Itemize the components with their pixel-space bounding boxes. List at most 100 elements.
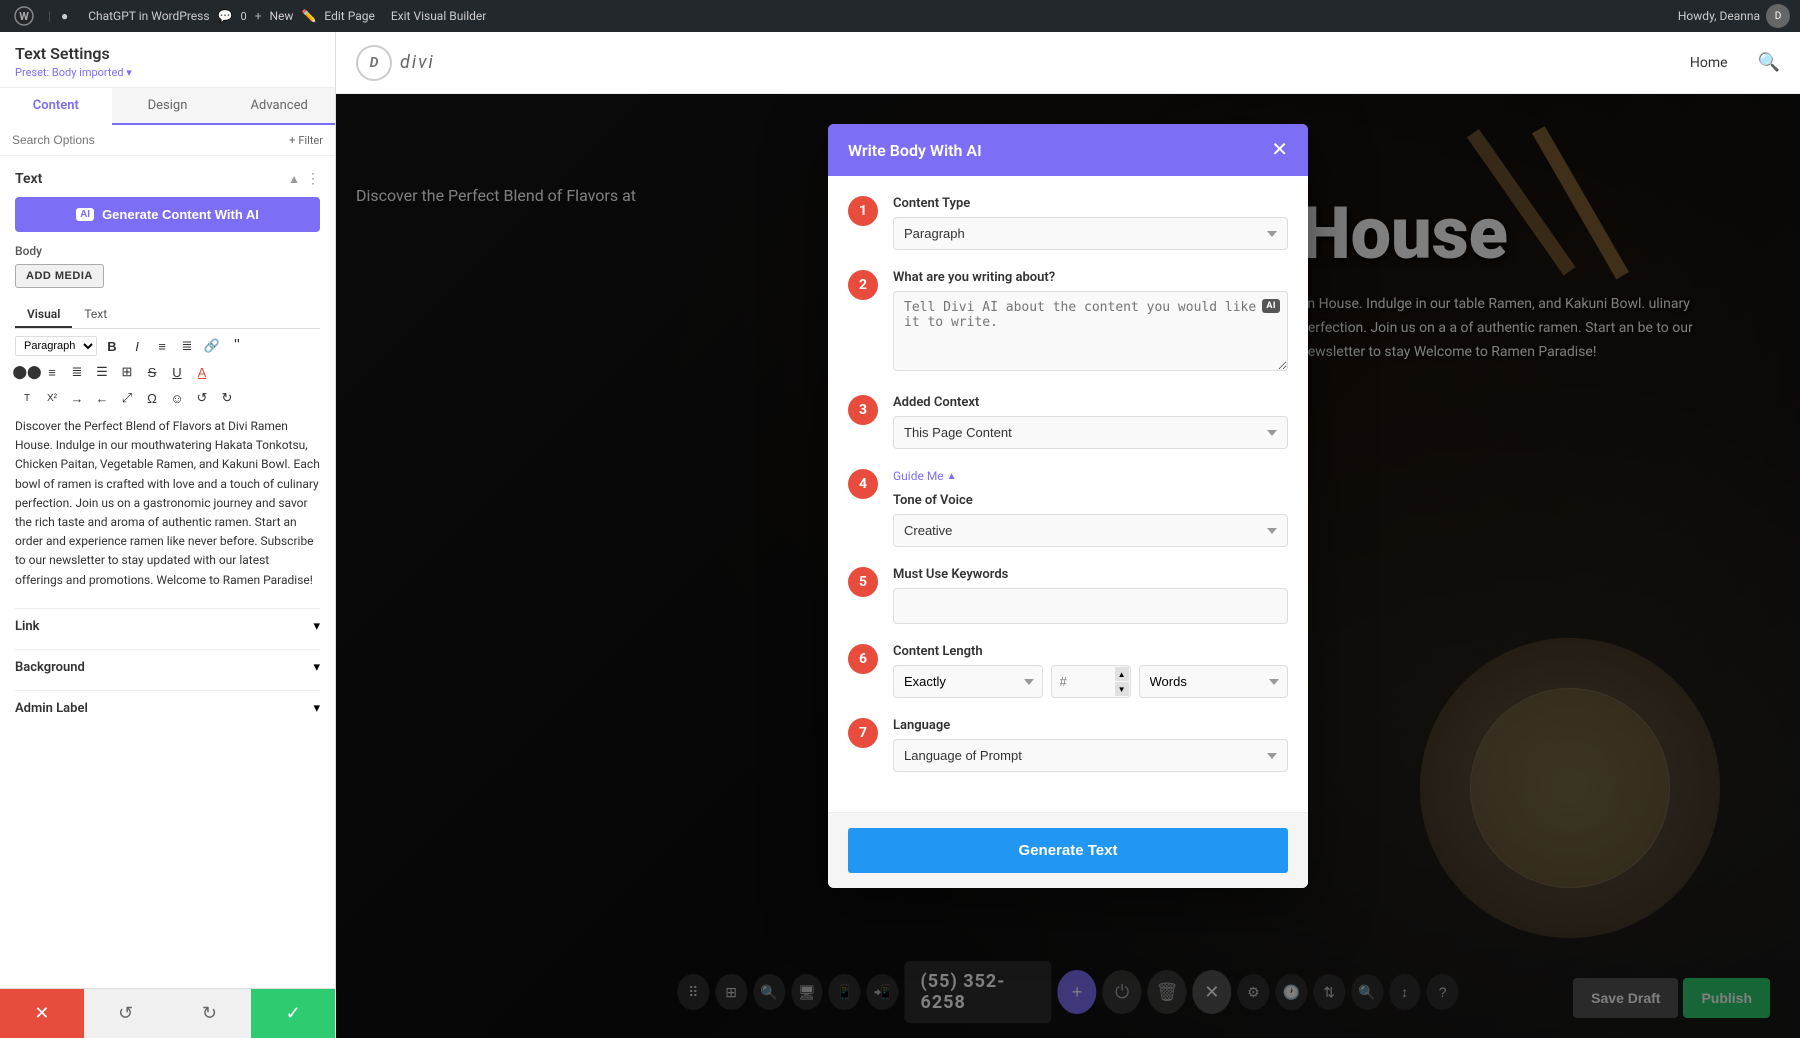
link-chevron-icon: ▾: [313, 619, 320, 634]
guide-me-label: Guide Me: [893, 469, 944, 483]
writing-about-label: What are you writing about?: [893, 270, 1288, 285]
paste-text-button[interactable]: T: [15, 386, 39, 410]
divi-logo-text: divi: [400, 52, 435, 73]
tone-of-voice-select[interactable]: Creative Formal Casual Professional: [893, 514, 1288, 547]
link-title: Link: [15, 619, 40, 634]
fullscreen-button[interactable]: ⤢: [115, 386, 139, 410]
special-char-button[interactable]: Ω: [140, 386, 164, 410]
ol-button[interactable]: ≣: [175, 334, 199, 358]
tab-content[interactable]: Content: [0, 88, 112, 125]
step-added-context: 3 Added Context This Page Content None C…: [848, 395, 1288, 449]
redo-history-button[interactable]: ↻: [168, 989, 252, 1038]
nav-home-link[interactable]: Home: [1690, 55, 1728, 71]
generate-content-button[interactable]: AI Generate Content With AI: [15, 197, 320, 232]
link-section: Link ▾: [15, 608, 320, 644]
tab-advanced[interactable]: Advanced: [223, 88, 335, 123]
admin-label-header[interactable]: Admin Label ▾: [15, 701, 320, 716]
step-content-length: 6 Content Length Exactly About At Least …: [848, 644, 1288, 698]
background-header[interactable]: Background ▾: [15, 660, 320, 675]
step-writing-about: 2 What are you writing about? AI: [848, 270, 1288, 375]
new-link[interactable]: New: [270, 9, 294, 23]
ai-icon: AI: [76, 208, 94, 221]
filter-label: Filter: [298, 134, 323, 147]
confirm-button[interactable]: ✓: [251, 989, 335, 1038]
underline-button[interactable]: U: [165, 360, 189, 384]
ul-button[interactable]: ≡: [150, 334, 174, 358]
writing-about-wrapper: AI: [893, 291, 1288, 375]
left-sidebar: Text Settings Preset: Body imported ▾ Co…: [0, 32, 336, 1038]
outdent-button[interactable]: ←: [90, 386, 114, 410]
keywords-input[interactable]: [893, 588, 1288, 624]
main-layout: Text Settings Preset: Body imported ▾ Co…: [0, 32, 1800, 1038]
link-button[interactable]: 🔗: [200, 334, 224, 358]
chatgpt-plugin-link[interactable]: ChatGPT in WordPress: [88, 9, 209, 23]
indent-button[interactable]: →: [65, 386, 89, 410]
section-controls: ▲ ⋮: [288, 171, 320, 187]
tab-visual[interactable]: Visual: [15, 302, 72, 328]
background-title: Background: [15, 660, 85, 675]
avatar: D: [1766, 4, 1790, 28]
tab-text[interactable]: Text: [72, 302, 119, 328]
step-4-content: Guide Me ▲ Tone of Voice Creative Formal…: [893, 469, 1288, 547]
confirm-icon: ✓: [286, 1003, 301, 1024]
justify-button[interactable]: ☰: [90, 360, 114, 384]
sidebar-scroll: Text ▲ ⋮ AI Generate Content With AI Bod…: [0, 156, 335, 988]
writing-about-textarea[interactable]: [893, 291, 1288, 371]
superscript-button[interactable]: X²: [40, 386, 64, 410]
emoji-button[interactable]: ☺: [165, 386, 189, 410]
table-button[interactable]: ⊞: [115, 360, 139, 384]
content-type-select[interactable]: Paragraph List Heading: [893, 217, 1288, 250]
align-right-button[interactable]: ≣: [65, 360, 89, 384]
cancel-icon: ✕: [34, 1003, 49, 1024]
undo-history-button[interactable]: ↺: [84, 989, 168, 1038]
align-center-button[interactable]: ≡: [40, 360, 64, 384]
exactly-select[interactable]: Exactly About At Least At Most: [893, 665, 1043, 698]
tab-design[interactable]: Design: [112, 88, 224, 123]
tone-of-voice-label: Tone of Voice: [893, 493, 1288, 508]
sidebar-preset[interactable]: Preset: Body imported ▾: [15, 66, 320, 79]
search-options-input[interactable]: [12, 133, 281, 147]
words-select[interactable]: Words Sentences Paragraphs: [1139, 665, 1289, 698]
link-header[interactable]: Link ▾: [15, 619, 320, 634]
content-length-row: Exactly About At Least At Most ▲: [893, 665, 1288, 698]
modal-title: Write Body With AI: [848, 141, 982, 160]
paragraph-select[interactable]: Paragraph Heading 1 Heading 2: [15, 336, 97, 356]
editor-content[interactable]: Discover the Perfect Blend of Flavors at…: [15, 412, 320, 603]
wp-logo-icon[interactable]: W: [10, 2, 38, 30]
text-section-title: Text: [15, 171, 42, 187]
undo-button[interactable]: ↺: [190, 386, 214, 410]
edit-page-link[interactable]: Edit Page: [324, 9, 374, 23]
italic-button[interactable]: I: [125, 334, 149, 358]
strikethrough-button[interactable]: S: [140, 360, 164, 384]
step-1-content: Content Type Paragraph List Heading: [893, 196, 1288, 250]
collapse-icon[interactable]: ▲: [288, 172, 300, 186]
align-left-button[interactable]: ⬤⬤: [15, 360, 39, 384]
step-4-number: 4: [848, 469, 878, 499]
color-button[interactable]: A: [190, 360, 214, 384]
language-select[interactable]: Language of Prompt English Spanish Frenc…: [893, 739, 1288, 772]
generate-text-button[interactable]: Generate Text: [848, 828, 1288, 873]
wp-site-name[interactable]: ●: [61, 9, 68, 23]
more-options-icon[interactable]: ⋮: [306, 171, 320, 187]
spin-buttons: ▲ ▼: [1115, 667, 1129, 696]
redo-icon: ↻: [202, 1003, 217, 1024]
redo-button[interactable]: ↻: [215, 386, 239, 410]
spin-up-button[interactable]: ▲: [1115, 667, 1129, 681]
modal-close-button[interactable]: ✕: [1271, 140, 1288, 160]
guide-me-link[interactable]: Guide Me ▲: [893, 469, 957, 483]
undo-icon: ↺: [118, 1003, 133, 1024]
editor-toolbar-row1: Paragraph Heading 1 Heading 2 B I ≡ ≣ 🔗 …: [15, 334, 320, 358]
language-label: Language: [893, 718, 1288, 733]
step-2-content: What are you writing about? AI: [893, 270, 1288, 375]
cancel-button[interactable]: ✕: [0, 989, 84, 1038]
header-search-icon[interactable]: 🔍: [1758, 52, 1780, 73]
page-background: | | Discover the Perfect Blend of Flavor…: [336, 94, 1800, 1038]
add-media-button[interactable]: ADD MEDIA: [15, 264, 104, 288]
bold-button[interactable]: B: [100, 334, 124, 358]
filter-button[interactable]: + Filter: [289, 134, 323, 147]
right-content: D divi Home 🔍 | | Discover the Perfect B…: [336, 32, 1800, 1038]
exit-builder-link[interactable]: Exit Visual Builder: [391, 9, 487, 23]
blockquote-button[interactable]: ": [225, 334, 249, 358]
added-context-select[interactable]: This Page Content None Custom: [893, 416, 1288, 449]
spin-down-button[interactable]: ▼: [1115, 682, 1129, 696]
